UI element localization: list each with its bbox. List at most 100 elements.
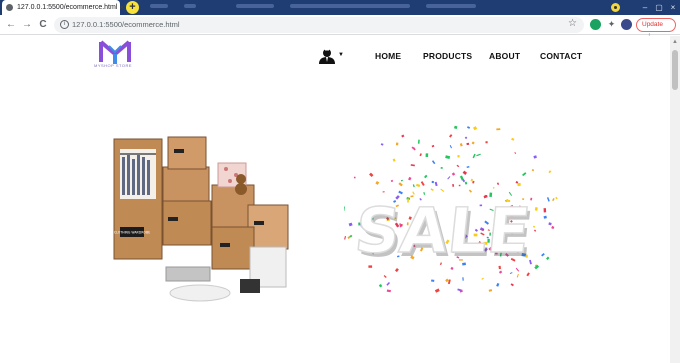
new-tab-button[interactable]: + (126, 1, 139, 14)
confetti-piece (425, 153, 429, 157)
confetti-piece (552, 198, 555, 202)
confetti-piece (398, 182, 403, 187)
confetti-piece (401, 134, 405, 138)
user-menu[interactable]: ▼ (318, 48, 346, 64)
confetti-piece (555, 196, 558, 200)
confetti-piece (516, 273, 519, 278)
confetti-piece (382, 191, 385, 193)
confetti-piece (386, 281, 391, 286)
maximize-button[interactable]: ▢ (652, 0, 666, 15)
confetti-piece (485, 141, 488, 144)
confetti-piece (456, 164, 460, 168)
grammar-extension-icon[interactable] (590, 19, 601, 30)
confetti-piece (462, 277, 464, 281)
confetti-piece (424, 174, 428, 179)
confetti-piece (410, 164, 415, 167)
bookmark-star-icon[interactable]: ☆ (568, 18, 577, 29)
minimize-button[interactable]: – (638, 0, 652, 15)
confetti-piece (412, 184, 415, 188)
confetti-piece (533, 155, 537, 159)
background-tab[interactable] (184, 4, 196, 8)
url-text[interactable]: 127.0.0.1:5500/ecommerce.html (72, 20, 180, 29)
page-scrollbar[interactable]: ▲ (670, 36, 680, 363)
confetti-piece (471, 141, 475, 145)
confetti-piece (451, 172, 456, 176)
confetti-piece (546, 197, 550, 202)
confetti-piece (472, 180, 475, 184)
scroll-up-icon[interactable]: ▲ (672, 39, 678, 45)
confetti-piece (496, 182, 500, 186)
globe-icon (6, 4, 13, 11)
confetti-piece (548, 170, 552, 174)
confetti-piece (408, 176, 412, 181)
moving-boxes-image: CLOTHING WARDROBE (113, 136, 289, 302)
confetti-piece (449, 134, 453, 138)
confetti-piece (411, 146, 416, 151)
confetti-piece (546, 256, 550, 261)
confetti-piece (517, 182, 521, 187)
nav-about[interactable]: ABOUT (489, 51, 520, 61)
confetti-piece (380, 143, 384, 146)
nav-products[interactable]: PRODUCTS (423, 51, 472, 61)
background-tab[interactable] (150, 4, 168, 8)
confetti-piece (454, 125, 458, 130)
confetti-piece (466, 165, 470, 169)
web-page: MYSHOP STORE ▼ HOME PRODUCTS ABOUT CONTA… (0, 36, 670, 363)
confetti-piece (417, 139, 420, 144)
extensions-puzzle-icon[interactable]: ✦ (606, 19, 617, 30)
confetti-piece (457, 288, 462, 292)
confetti-piece (488, 289, 493, 292)
back-button[interactable]: ← (4, 18, 18, 32)
confetti-piece (459, 175, 464, 181)
account-avatar[interactable] (621, 19, 632, 30)
profile-icon[interactable] (609, 1, 622, 14)
confetti-piece (468, 189, 472, 193)
address-bar[interactable]: i 127.0.0.1:5500/ecommerce.html ☆ (54, 17, 584, 33)
confetti-piece (420, 181, 425, 186)
background-tab[interactable] (426, 4, 476, 8)
confetti-piece (344, 235, 346, 240)
confetti-piece (457, 155, 460, 158)
confetti-piece (498, 270, 503, 274)
confetti-piece (440, 188, 445, 193)
confetti-piece (431, 180, 434, 184)
confetti-piece (522, 172, 527, 177)
site-info-icon[interactable]: i (60, 20, 69, 29)
confetti-piece (375, 180, 380, 185)
confetti-piece (462, 170, 468, 175)
confetti-piece (434, 288, 440, 293)
box-label: CLOTHING WARDROBE (114, 231, 150, 235)
confetti-piece (541, 253, 545, 257)
background-tab[interactable] (290, 4, 410, 8)
brand-text: MYSHOP STORE (94, 63, 133, 68)
scroll-thumb[interactable] (672, 50, 678, 90)
confetti-piece (445, 278, 449, 283)
browser-toolbar: ← → C i 127.0.0.1:5500/ecommerce.html ☆ … (0, 15, 680, 40)
confetti-piece (390, 179, 394, 183)
update-button[interactable]: Update ⋮ (636, 18, 676, 40)
confetti-piece (415, 183, 421, 188)
confetti-piece (445, 155, 451, 159)
window-controls: – ▢ × (638, 0, 680, 15)
forward-button[interactable]: → (20, 18, 34, 32)
confetti-piece (400, 179, 403, 182)
browser-tab-strip: 127.0.0.1:5500/ecommerce.html × + – ▢ × (0, 0, 680, 15)
close-window-button[interactable]: × (666, 0, 680, 15)
confetti-piece (543, 215, 547, 219)
nav-home[interactable]: HOME (375, 51, 401, 61)
confetti-piece (419, 153, 422, 157)
confetti-piece (466, 142, 470, 146)
update-label: Update (642, 21, 663, 28)
background-tab[interactable] (236, 4, 274, 8)
reload-button[interactable]: C (36, 18, 50, 32)
confetti-piece (526, 272, 530, 277)
nav-contact[interactable]: CONTACT (540, 51, 582, 61)
confetti-piece (378, 284, 383, 288)
confetti-piece (496, 282, 500, 287)
confetti-piece (509, 272, 513, 275)
confetti-piece (464, 136, 468, 140)
tab-close-icon[interactable]: × (119, 3, 124, 12)
confetti-piece (431, 160, 436, 165)
confetti-piece (531, 169, 535, 172)
browser-tab-active[interactable]: 127.0.0.1:5500/ecommerce.html × (2, 0, 124, 15)
